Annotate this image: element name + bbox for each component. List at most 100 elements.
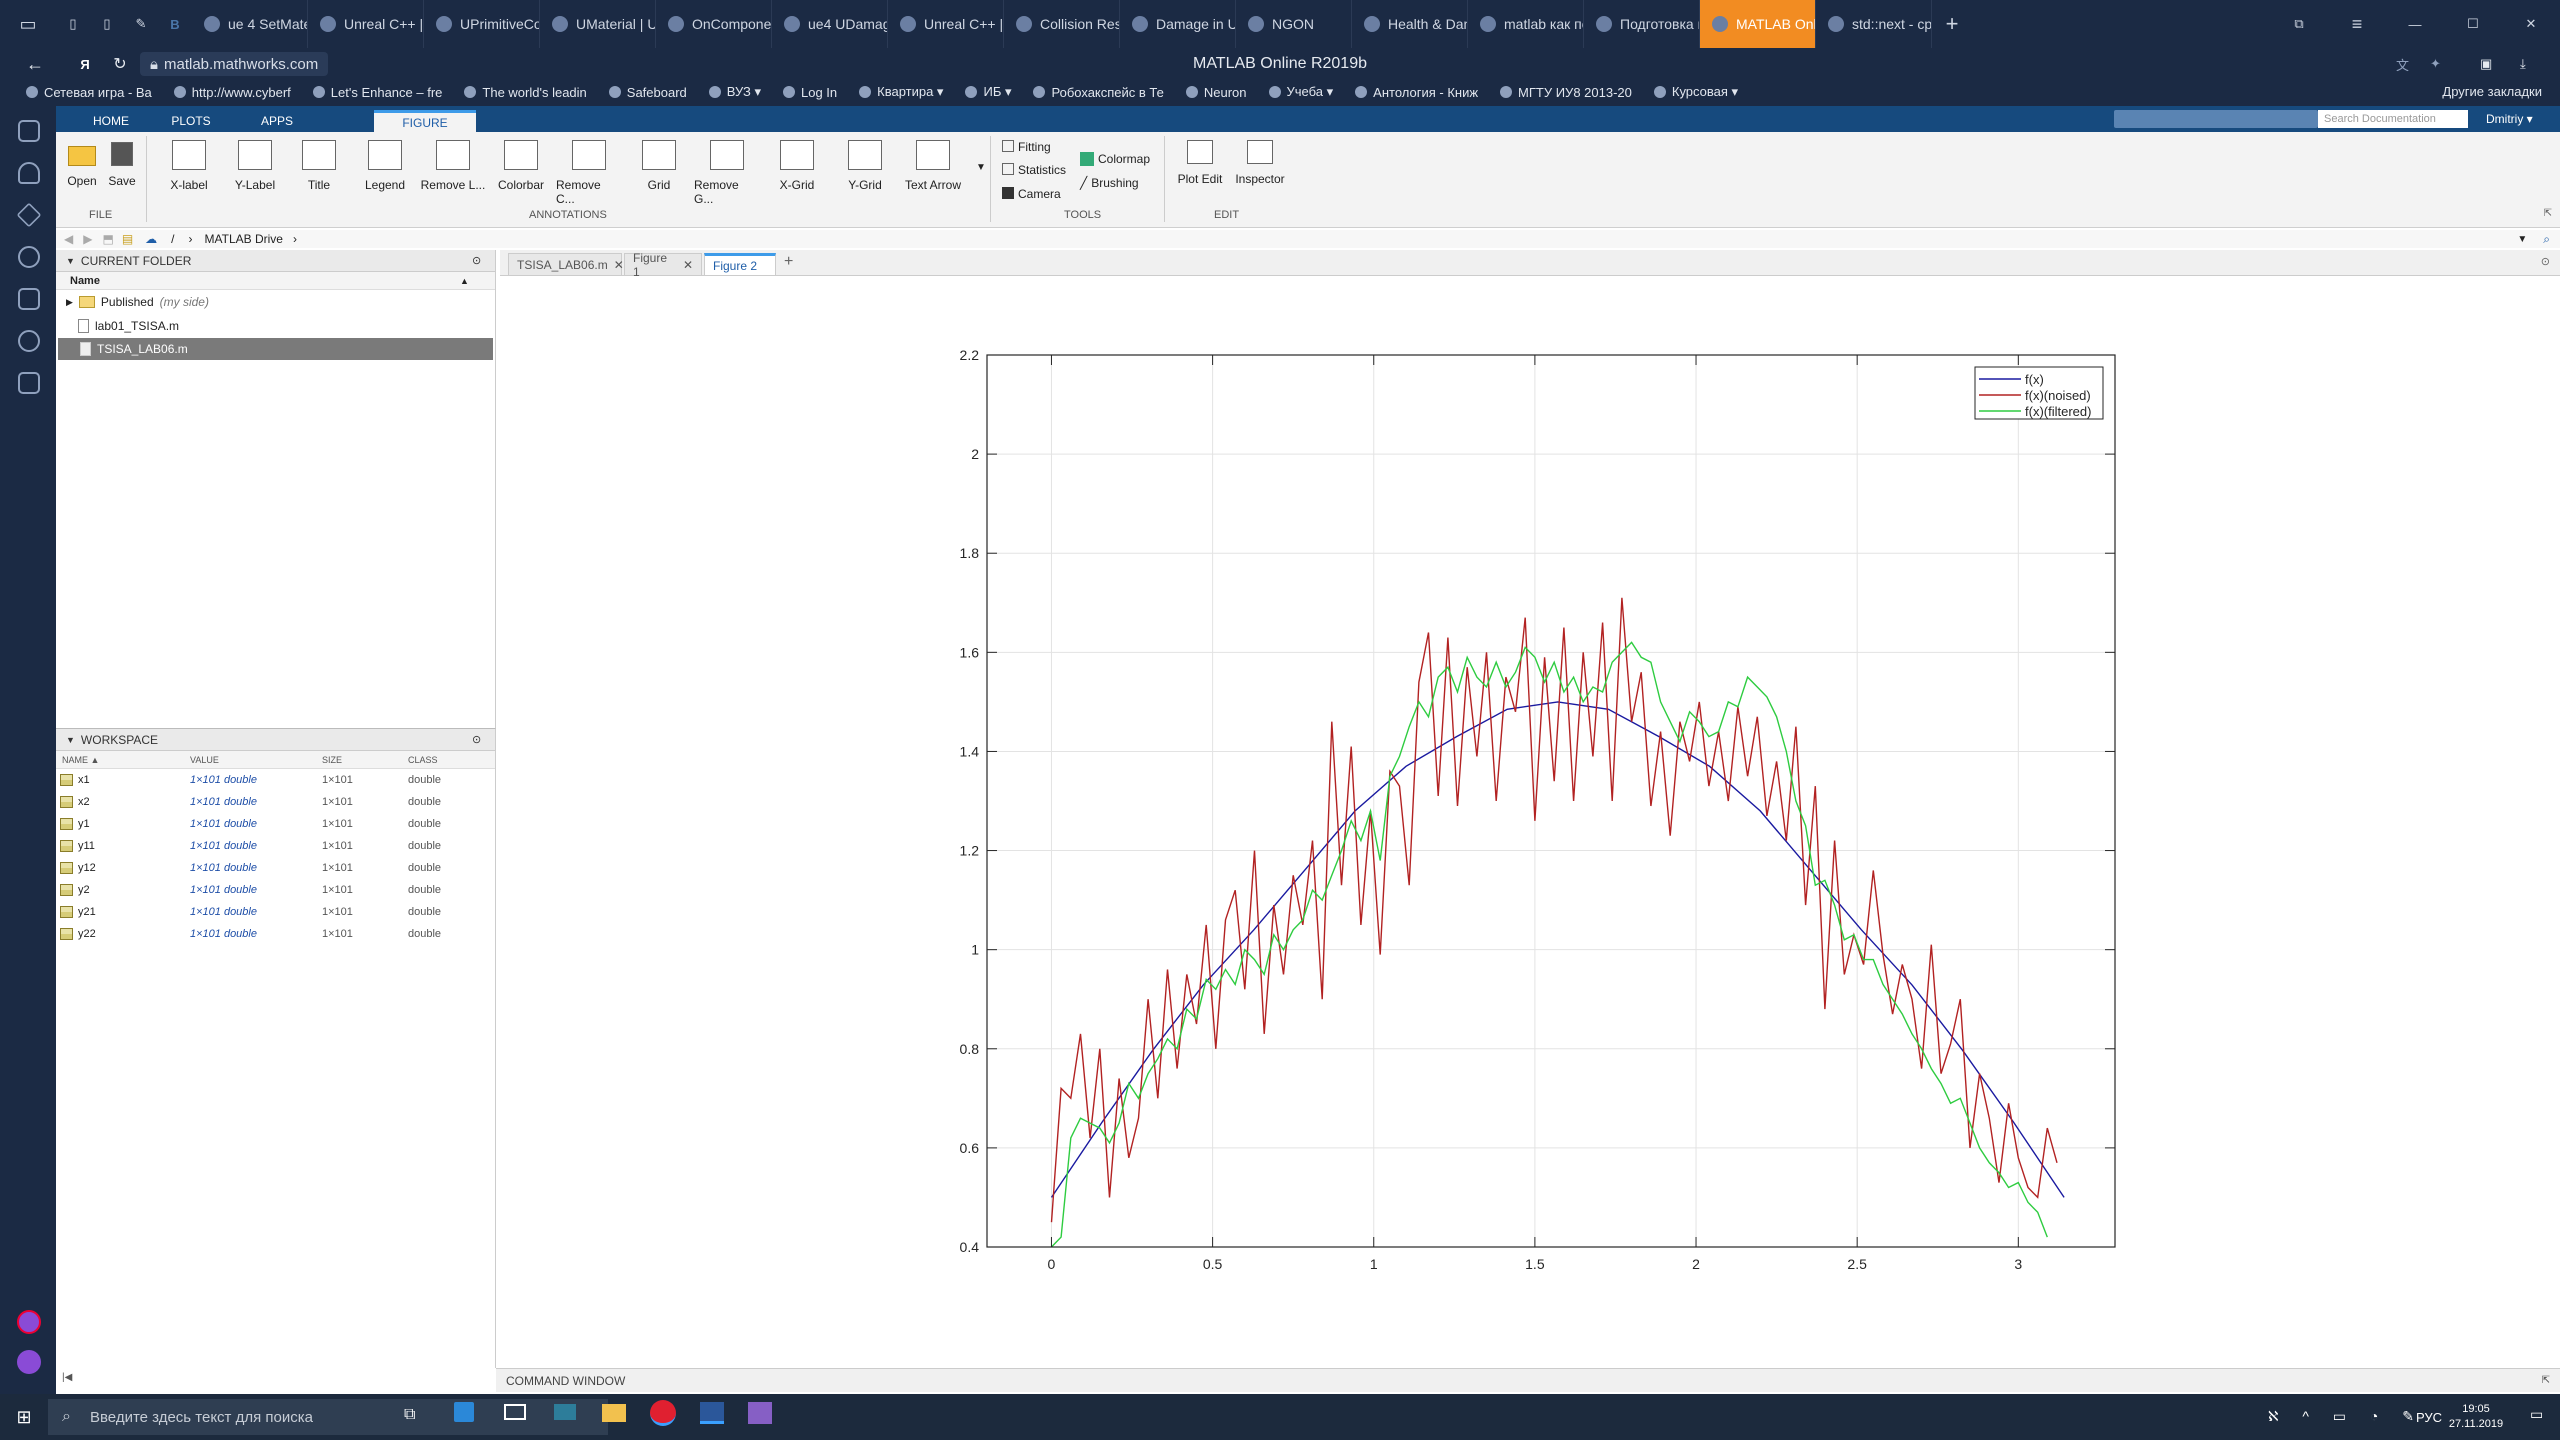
- translate-icon[interactable]: 文: [2396, 55, 2430, 74]
- bookmark-item[interactable]: Квартира ▾: [859, 84, 943, 100]
- close-window-button[interactable]: ✕: [2502, 16, 2560, 32]
- alice-icon[interactable]: [17, 1310, 41, 1334]
- task-view-icon[interactable]: ⧉: [404, 1406, 415, 1424]
- minimize-button[interactable]: —: [2386, 17, 2444, 32]
- workspace-row[interactable]: y12 1×101 double 1×101 double: [56, 857, 496, 879]
- annotation-button[interactable]: Y-Label: [222, 140, 288, 192]
- workspace-row[interactable]: y2 1×101 double 1×101 double: [56, 879, 496, 901]
- workspace-row[interactable]: x2 1×101 double 1×101 double: [56, 791, 496, 813]
- browser-tab[interactable]: OnComponentH: [656, 0, 772, 48]
- lens-icon[interactable]: [18, 372, 40, 394]
- annotation-button[interactable]: Colorbar: [488, 140, 554, 192]
- nav-back-icon[interactable]: ◀: [64, 232, 73, 246]
- camera-button[interactable]: Camera: [1002, 187, 1061, 201]
- close-tab-icon[interactable]: ✕: [683, 258, 693, 272]
- collapse-icon[interactable]: ▼: [66, 735, 75, 745]
- annotation-button[interactable]: Remove G...: [694, 140, 760, 206]
- collapse-toolstrip-icon[interactable]: ⇱: [2544, 208, 2552, 219]
- visual-studio-icon[interactable]: [748, 1402, 772, 1424]
- folder-item-published[interactable]: ▶ Published (my side): [56, 290, 495, 314]
- mail-icon[interactable]: [504, 1404, 526, 1420]
- path-search-icon[interactable]: ⌕: [2543, 232, 2550, 247]
- annotation-button[interactable]: X-label: [156, 140, 222, 192]
- folder-column-header[interactable]: Name ▲: [56, 272, 495, 290]
- command-window-bar[interactable]: COMMAND WINDOW ⇱: [496, 1368, 2560, 1392]
- favorites-star-icon[interactable]: [16, 202, 42, 228]
- workspace-row[interactable]: y11 1×101 double 1×101 double: [56, 835, 496, 857]
- bookmarks-icon[interactable]: ⧉: [2270, 16, 2328, 32]
- collections-icon[interactable]: ▣: [2480, 56, 2520, 72]
- expand-icon[interactable]: ⇱: [2542, 1375, 2550, 1386]
- tab-figure-2[interactable]: Figure 2: [704, 253, 776, 275]
- up-folder-icon[interactable]: ⬒: [102, 232, 113, 246]
- menu-icon[interactable]: ≡: [2328, 14, 2386, 35]
- bookmark-item[interactable]: ИБ ▾: [965, 84, 1011, 100]
- tab-page-icon[interactable]: ▯: [90, 16, 124, 32]
- collapse-left-icon[interactable]: |◀: [62, 1372, 72, 1383]
- annotation-button[interactable]: Legend: [352, 140, 418, 192]
- path-dropdown-icon[interactable]: ▼: [2517, 234, 2527, 245]
- tab-tsisa-lab06[interactable]: TSISA_LAB06.m ✕: [508, 253, 624, 275]
- annotation-button[interactable]: Remove L...: [420, 140, 486, 192]
- fitting-button[interactable]: Fitting: [1002, 140, 1051, 154]
- tray-icons[interactable]: ℵ ^ ▭ ◔ ✎: [2268, 1408, 2424, 1425]
- yandex-icon[interactable]: Я: [70, 57, 100, 72]
- alice-voice-icon[interactable]: [17, 1350, 41, 1374]
- col-name[interactable]: NAME ▲: [62, 755, 99, 765]
- browser-tab[interactable]: Health & Dama: [1352, 0, 1468, 48]
- tab-figure-1[interactable]: Figure 1 ✕: [624, 251, 702, 279]
- path-matlab-drive[interactable]: MATLAB Drive: [205, 232, 283, 246]
- address-field[interactable]: 🔒︎ matlab.mathworks.com: [140, 52, 329, 76]
- collapse-icon[interactable]: ▼: [66, 256, 75, 266]
- tab-home[interactable]: HOME: [76, 110, 146, 132]
- zen-icon[interactable]: [18, 288, 40, 310]
- notifications-icon[interactable]: ▭: [2530, 1406, 2543, 1423]
- bookmark-star-icon[interactable]: ✦: [2430, 56, 2480, 72]
- user-menu[interactable]: Dmitriy ▾: [2486, 112, 2533, 126]
- history-icon[interactable]: [18, 246, 40, 268]
- browser-tab[interactable]: matlab как под: [1468, 0, 1584, 48]
- bookmark-item[interactable]: Сетевая игра - Ва: [26, 84, 152, 100]
- col-size[interactable]: SIZE: [322, 755, 342, 765]
- maximize-button[interactable]: ☐: [2444, 16, 2502, 32]
- workspace-row[interactable]: x1 1×101 double 1×101 double: [56, 769, 496, 791]
- bookmark-item[interactable]: http://www.cyberf: [173, 84, 291, 100]
- bookmark-item[interactable]: Let's Enhance – fre: [312, 84, 442, 100]
- browse-folder-icon[interactable]: ▤: [122, 232, 133, 246]
- inspector-button[interactable]: Inspector: [1228, 140, 1292, 186]
- workspace-row[interactable]: y21 1×101 double 1×101 double: [56, 901, 496, 923]
- brushing-button[interactable]: ╱ Brushing: [1080, 176, 1139, 190]
- bookmark-item[interactable]: Neuron: [1185, 84, 1247, 100]
- annotation-button[interactable]: Y-Grid: [832, 140, 898, 192]
- workspace-row[interactable]: y22 1×101 double 1×101 double: [56, 923, 496, 945]
- plot-edit-button[interactable]: Plot Edit: [1168, 140, 1232, 186]
- bookmark-item[interactable]: Log In: [782, 84, 837, 100]
- tab-figure[interactable]: FIGURE: [374, 110, 476, 132]
- browser-tab[interactable]: Подготовка гра: [1584, 0, 1700, 48]
- annotation-button[interactable]: Grid: [626, 140, 692, 192]
- folder-item-tsisa-lab06[interactable]: TSISA_LAB06.m: [58, 338, 493, 360]
- close-tab-icon[interactable]: ✕: [614, 258, 624, 272]
- col-value[interactable]: VALUE: [190, 755, 219, 765]
- browser-tab[interactable]: ue 4 SetMateria: [192, 0, 308, 48]
- bookmark-item[interactable]: Антология - Книж: [1355, 84, 1478, 100]
- bookmark-item[interactable]: МГТУ ИУ8 2013-20: [1500, 84, 1632, 100]
- bookmark-item[interactable]: Курсовая ▾: [1653, 84, 1738, 100]
- video-icon[interactable]: [18, 330, 40, 352]
- window-menu-icon[interactable]: ▭: [0, 0, 56, 48]
- statistics-button[interactable]: Statistics: [1002, 163, 1066, 177]
- start-button[interactable]: ⊞: [0, 1394, 48, 1440]
- browser-tab[interactable]: UMaterial | Unr: [540, 0, 656, 48]
- open-button[interactable]: Open: [62, 140, 102, 188]
- language-indicator[interactable]: РУС: [2416, 1410, 2442, 1425]
- save-button[interactable]: Save: [102, 140, 142, 188]
- browser-tab[interactable]: Unreal C++ | Ch: [308, 0, 424, 48]
- browser-tab[interactable]: MATLAB Onl✕: [1700, 0, 1816, 48]
- tab-pinned-icon[interactable]: ✎: [124, 16, 158, 32]
- panel-options-icon[interactable]: ⊙: [472, 254, 481, 267]
- back-icon[interactable]: ←: [0, 54, 70, 75]
- clock[interactable]: 19:05 27.11.2019: [2446, 1402, 2506, 1432]
- bookmark-item[interactable]: Робохакспейс в Те: [1033, 84, 1164, 100]
- browser-tab[interactable]: ue4 UDamageTy: [772, 0, 888, 48]
- tab-vk-icon[interactable]: B: [158, 17, 192, 32]
